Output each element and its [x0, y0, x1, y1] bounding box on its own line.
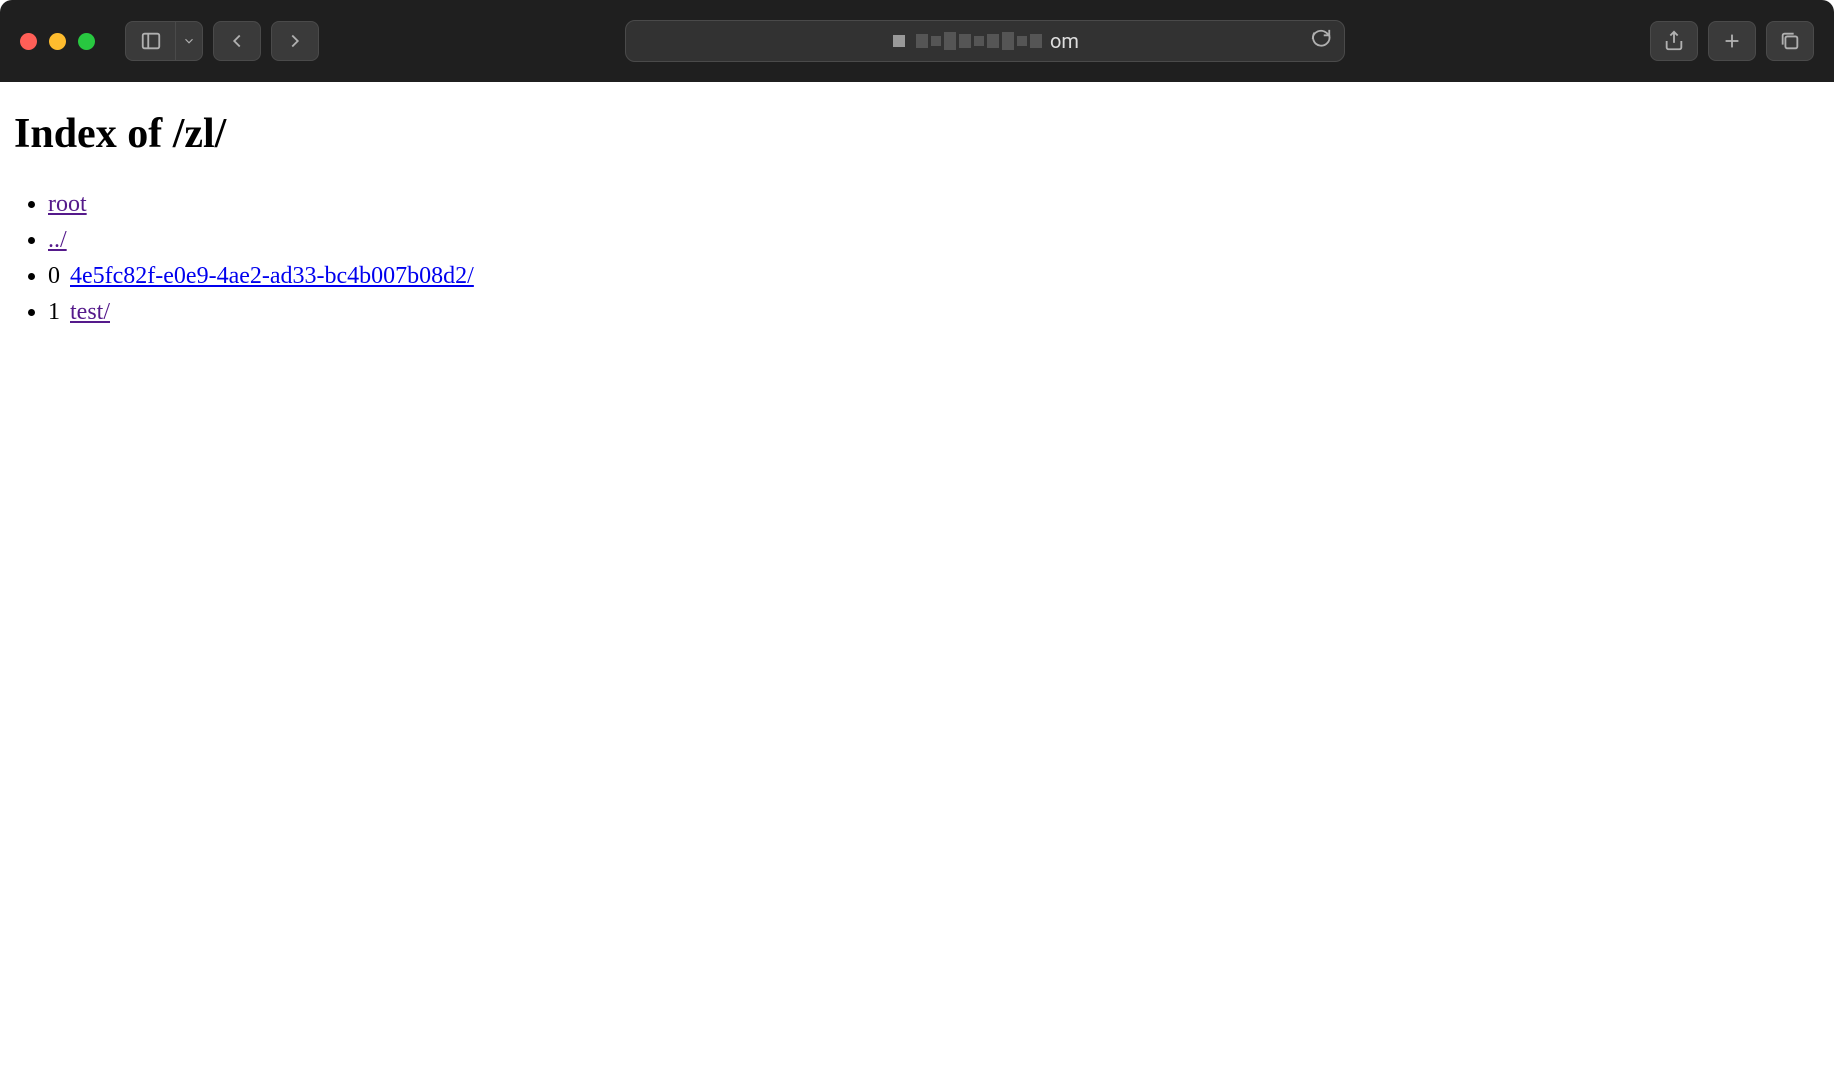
obscured-domain — [916, 32, 1042, 50]
share-icon — [1663, 30, 1685, 52]
tab-overview-button[interactable] — [1766, 21, 1814, 61]
sidebar-toggle-button[interactable] — [125, 21, 175, 61]
link-parent-dir[interactable]: ../ — [48, 227, 67, 253]
entry-index: 0 — [48, 263, 60, 289]
link-uuid-dir[interactable]: 4e5fc82f-e0e9-4ae2-ad33-bc4b007b08d2/ — [70, 263, 474, 289]
chevron-right-icon — [284, 30, 306, 52]
browser-toolbar: om — [0, 0, 1834, 82]
maximize-window-button[interactable] — [78, 33, 95, 50]
reload-button[interactable] — [1310, 28, 1332, 54]
page-content: Index of /zl/ root ../ 0 4e5fc82f-e0e9-4… — [0, 82, 1834, 344]
sidebar-icon — [140, 30, 162, 52]
list-item: ../ — [48, 222, 1820, 258]
share-button[interactable] — [1650, 21, 1698, 61]
forward-button[interactable] — [271, 21, 319, 61]
new-tab-button[interactable] — [1708, 21, 1756, 61]
reload-icon — [1310, 28, 1332, 50]
entry-index: 1 — [48, 299, 60, 325]
address-bar[interactable]: om — [625, 20, 1345, 62]
list-item: root — [48, 186, 1820, 222]
chevron-down-icon — [182, 34, 196, 48]
close-window-button[interactable] — [20, 33, 37, 50]
address-suffix: om — [1050, 29, 1079, 53]
right-toolbar — [1650, 21, 1814, 61]
link-test-dir[interactable]: test/ — [70, 299, 110, 325]
tab-group-dropdown[interactable] — [175, 21, 203, 61]
list-item: 0 4e5fc82f-e0e9-4ae2-ad33-bc4b007b08d2/ — [48, 258, 1820, 294]
link-root[interactable]: root — [48, 191, 87, 217]
list-item: 1 test/ — [48, 294, 1820, 330]
tabs-icon — [1779, 30, 1801, 52]
page-title: Index of /zl/ — [14, 110, 1820, 158]
directory-listing: root ../ 0 4e5fc82f-e0e9-4ae2-ad33-bc4b0… — [14, 186, 1820, 330]
address-content: om — [638, 29, 1332, 53]
minimize-window-button[interactable] — [49, 33, 66, 50]
chevron-left-icon — [226, 30, 248, 52]
back-button[interactable] — [213, 21, 261, 61]
site-icon — [890, 32, 908, 50]
window-controls — [20, 33, 95, 50]
plus-icon — [1721, 30, 1743, 52]
